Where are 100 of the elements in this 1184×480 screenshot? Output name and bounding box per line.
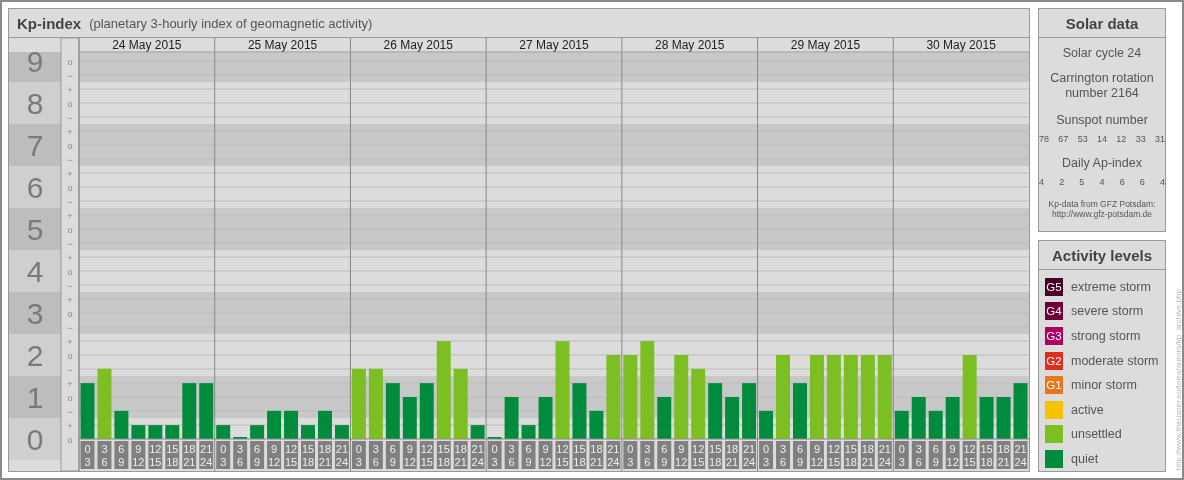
kp-third-mark: o <box>67 434 73 445</box>
hour-range-label: 3 6 <box>368 441 383 469</box>
hour-range-label: 6 9 <box>250 441 265 469</box>
date-label: 28 May 2015 <box>655 38 725 52</box>
hour-range-label: 15 18 <box>708 441 723 469</box>
level-swatch: G5 <box>1045 277 1063 296</box>
hour-range-label: 3 6 <box>233 441 248 469</box>
level-swatch: G2 <box>1045 351 1063 370</box>
kp-third-mark: + <box>67 420 73 431</box>
date-label: 27 May 2015 <box>519 38 589 52</box>
hour-range-label: 15 18 <box>843 441 858 469</box>
hour-range-label: 0 3 <box>623 441 638 469</box>
kp-level-label: 0 <box>26 423 44 456</box>
date-label: 24 May 2015 <box>112 38 182 52</box>
ap-index-heading: Daily Ap-index <box>1061 156 1143 171</box>
sunspot-value: 78 <box>1039 134 1049 144</box>
hour-range-label: 6 9 <box>928 441 943 469</box>
hour-range-label: 0 3 <box>80 441 95 469</box>
hour-range-label: 18 21 <box>860 441 875 469</box>
level-label: severe storm <box>1071 304 1144 319</box>
kp-third-mark: − <box>67 364 73 375</box>
kp-level-label: 3 <box>26 297 44 330</box>
kp-level-label: 2 <box>26 339 44 372</box>
date-label: 25 May 2015 <box>247 38 318 52</box>
ap-index-value: 2 <box>1059 177 1065 187</box>
level-swatch: G4 <box>1045 302 1063 321</box>
hour-range-label: 21 24 <box>742 441 757 469</box>
hour-range-label: 21 24 <box>334 441 349 469</box>
hour-range-label: 9 12 <box>674 441 689 469</box>
kp-third-mark: − <box>67 280 73 291</box>
hour-range-label: 6 9 <box>657 441 672 469</box>
kp-third-mark: o <box>67 224 73 235</box>
hour-range-label: 21 24 <box>877 441 892 469</box>
kp-third-mark: − <box>67 112 73 123</box>
hour-range-label: 9 12 <box>809 441 824 469</box>
hour-range-label: 0 3 <box>759 441 774 469</box>
hour-range-label: 0 3 <box>351 441 366 469</box>
panel-title: Solar data <box>1039 9 1165 38</box>
hour-range-label: 15 18 <box>301 441 315 469</box>
level-label: moderate storm <box>1071 353 1159 368</box>
hour-range-label: 12 15 <box>555 441 570 469</box>
credit-url: http://www.theusner.eu/terra/aurora/kp_archive.php <box>1174 288 1182 470</box>
kp-level-label: 4 <box>26 255 44 288</box>
hour-range-label: 3 6 <box>776 441 790 469</box>
level-swatch: G1 <box>1045 376 1063 395</box>
hour-range-label: 15 18 <box>979 441 994 469</box>
ap-index-value: 4 <box>1039 177 1044 187</box>
hour-range-label: 15 18 <box>165 441 180 469</box>
panel-title: Activity levels <box>1039 241 1165 270</box>
hour-range-label: 18 21 <box>589 441 604 469</box>
hour-range-label: 18 21 <box>725 441 740 469</box>
hour-range-label: 18 21 <box>996 441 1011 469</box>
kp-third-mark: o <box>67 308 73 319</box>
hour-range-label: 0 3 <box>894 441 909 469</box>
date-label: 26 May 2015 <box>383 38 453 52</box>
hour-range-label: 12 15 <box>962 441 977 469</box>
hour-range-label: 18 21 <box>182 441 197 469</box>
kp-third-mark: + <box>67 168 73 179</box>
hour-range-label: 12 15 <box>148 441 163 469</box>
kp-third-mark: + <box>67 294 73 305</box>
hour-range-label: 12 15 <box>691 441 706 469</box>
hour-range-label: 9 12 <box>267 441 282 469</box>
kp-third-mark: o <box>67 98 73 109</box>
date-label: 29 May 2015 <box>790 38 861 52</box>
hour-range-label: 0 3 <box>216 441 231 469</box>
kp-level-label: 9 <box>26 45 44 78</box>
sunspot-value: 31 <box>1154 134 1165 144</box>
kp-level-label: 1 <box>26 381 44 414</box>
hour-range-label: 12 15 <box>826 441 841 469</box>
hour-range-label: 12 15 <box>284 441 299 469</box>
kp-third-mark: + <box>67 336 73 347</box>
ap-index-value: 4 <box>1159 177 1165 187</box>
sunspot-value: 33 <box>1135 134 1146 144</box>
kp-third-mark: o <box>67 140 73 151</box>
sunspot-value: 12 <box>1116 134 1127 144</box>
kp-third-mark: + <box>67 252 73 263</box>
chart-title: Kp-index <box>17 14 82 32</box>
hour-range-label: 6 9 <box>521 441 536 469</box>
kp-third-mark: − <box>67 322 73 333</box>
date-label: 30 May 2015 <box>926 38 996 52</box>
hour-range-label: 21 24 <box>470 441 485 469</box>
sunspot-value: 14 <box>1097 134 1107 144</box>
carrington-rotation-text: Carrington rotation number 2164 <box>1049 71 1155 101</box>
sunspot-value: 53 <box>1077 134 1088 144</box>
sunspot-heading: Sunspot number <box>1055 113 1149 128</box>
kp-third-mark: + <box>67 84 73 95</box>
hour-range-label: 9 12 <box>402 441 417 469</box>
kp-level-label: 8 <box>26 87 44 120</box>
ap-index-value: 6 <box>1119 177 1125 187</box>
level-swatch: G3 <box>1045 327 1063 345</box>
kp-third-mark: o <box>67 266 73 277</box>
kp-third-mark: − <box>67 196 73 207</box>
hour-range-label: 18 21 <box>318 441 332 469</box>
hour-range-label: 21 24 <box>199 441 214 469</box>
ap-index-value: 5 <box>1079 177 1085 187</box>
kp-level-label: 5 <box>26 213 44 246</box>
hour-range-label: 3 6 <box>97 441 112 469</box>
hour-range-label: 6 9 <box>793 441 807 469</box>
kp-third-mark: − <box>67 238 73 249</box>
hour-range-label: 15 18 <box>572 441 587 469</box>
